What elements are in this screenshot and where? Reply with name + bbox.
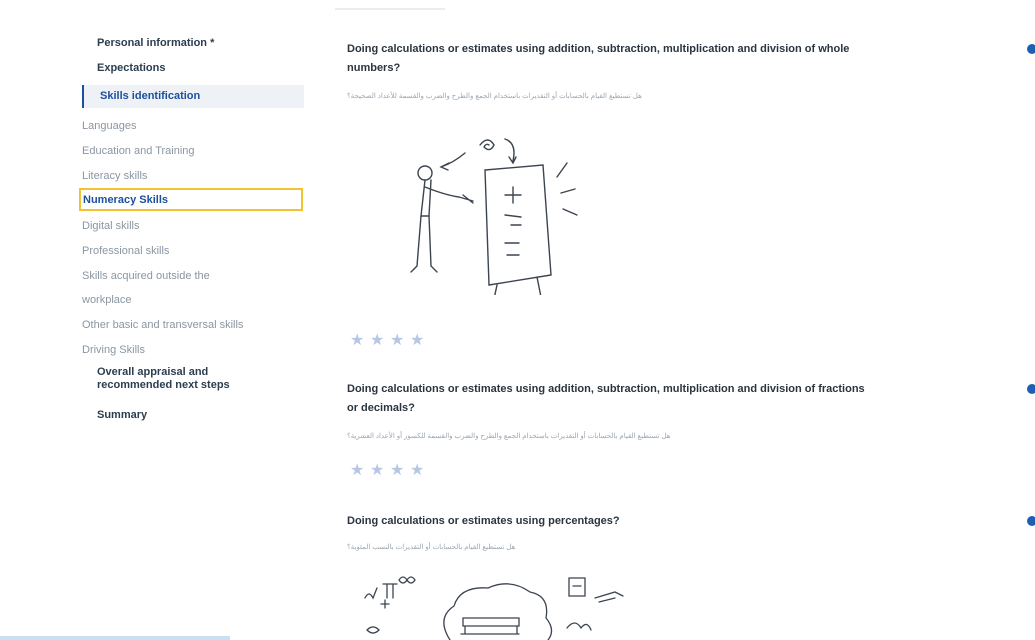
scroll-indicator	[0, 636, 230, 640]
star-icon[interactable]: ★	[410, 333, 426, 349]
question-arabic-subtext: هل تستطيع القيام بالحسابات أو التقديرات …	[347, 433, 671, 440]
question-arabic-subtext: هل تستطيع القيام بالحسابات أو التقديرات …	[347, 93, 642, 100]
sidebar-item-summary[interactable]: Summary	[97, 409, 147, 422]
sidebar-item-label: Skills identification	[100, 90, 201, 102]
star-icon[interactable]: ★	[370, 333, 386, 349]
sidebar-item-numeracy-skills[interactable]: Numeracy Skills	[79, 188, 303, 211]
star-icon[interactable]: ★	[410, 463, 426, 479]
sidebar-item-overall-appraisal-line2[interactable]: recommended next steps	[97, 379, 230, 392]
sidebar-item-skills-outside-workplace-line2[interactable]: workplace	[82, 294, 132, 307]
question-percentages: Doing calculations or estimates using pe…	[347, 512, 1012, 531]
sidebar-item-skills-outside-workplace[interactable]: Skills acquired outside the	[82, 270, 210, 283]
math-books-thought-cloud-illustration	[364, 576, 624, 640]
sidebar-nav: Personal information * Expectations Skil…	[0, 0, 320, 640]
sidebar-item-driving-skills[interactable]: Driving Skills	[82, 344, 145, 357]
star-icon[interactable]: ★	[390, 463, 406, 479]
question-text: Doing calculations or estimates using ad…	[347, 43, 850, 55]
sidebar-item-personal-information[interactable]: Personal information *	[97, 37, 214, 50]
question-whole-numbers: Doing calculations or estimates using ad…	[347, 40, 1012, 78]
info-icon[interactable]	[1027, 384, 1035, 394]
sidebar-item-label: Numeracy Skills	[83, 194, 168, 206]
sidebar-item-education-training[interactable]: Education and Training	[82, 145, 195, 158]
star-icon[interactable]: ★	[390, 333, 406, 349]
question-text: Doing calculations or estimates using ad…	[347, 383, 865, 395]
rating-stars[interactable]: ★ ★ ★ ★	[350, 463, 426, 479]
sidebar-item-professional-skills[interactable]: Professional skills	[82, 245, 169, 258]
info-icon[interactable]	[1027, 44, 1035, 54]
star-icon[interactable]: ★	[350, 333, 366, 349]
question-fractions-decimals: Doing calculations or estimates using ad…	[347, 380, 1012, 418]
top-divider	[335, 8, 445, 10]
info-icon[interactable]	[1027, 516, 1035, 526]
teacher-flipchart-illustration	[410, 138, 578, 295]
rating-stars[interactable]: ★ ★ ★ ★	[350, 333, 426, 349]
sidebar-item-literacy-skills[interactable]: Literacy skills	[82, 170, 147, 183]
question-text-line2: or decimals?	[347, 402, 415, 414]
sidebar-item-other-basic-transversal[interactable]: Other basic and transversal skills	[82, 319, 243, 332]
question-text: Doing calculations or estimates using pe…	[347, 515, 620, 527]
star-icon[interactable]: ★	[370, 463, 386, 479]
sidebar-item-expectations[interactable]: Expectations	[97, 62, 165, 75]
question-arabic-subtext: هل تستطيع القيام بالحسابات أو التقديرات …	[347, 544, 516, 551]
sidebar-item-languages[interactable]: Languages	[82, 120, 136, 133]
sidebar-item-digital-skills[interactable]: Digital skills	[82, 220, 139, 233]
star-icon[interactable]: ★	[350, 463, 366, 479]
question-text-line2: numbers?	[347, 62, 401, 74]
sidebar-item-skills-identification[interactable]: Skills identification	[82, 85, 304, 108]
sidebar-item-overall-appraisal[interactable]: Overall appraisal and	[97, 366, 208, 379]
